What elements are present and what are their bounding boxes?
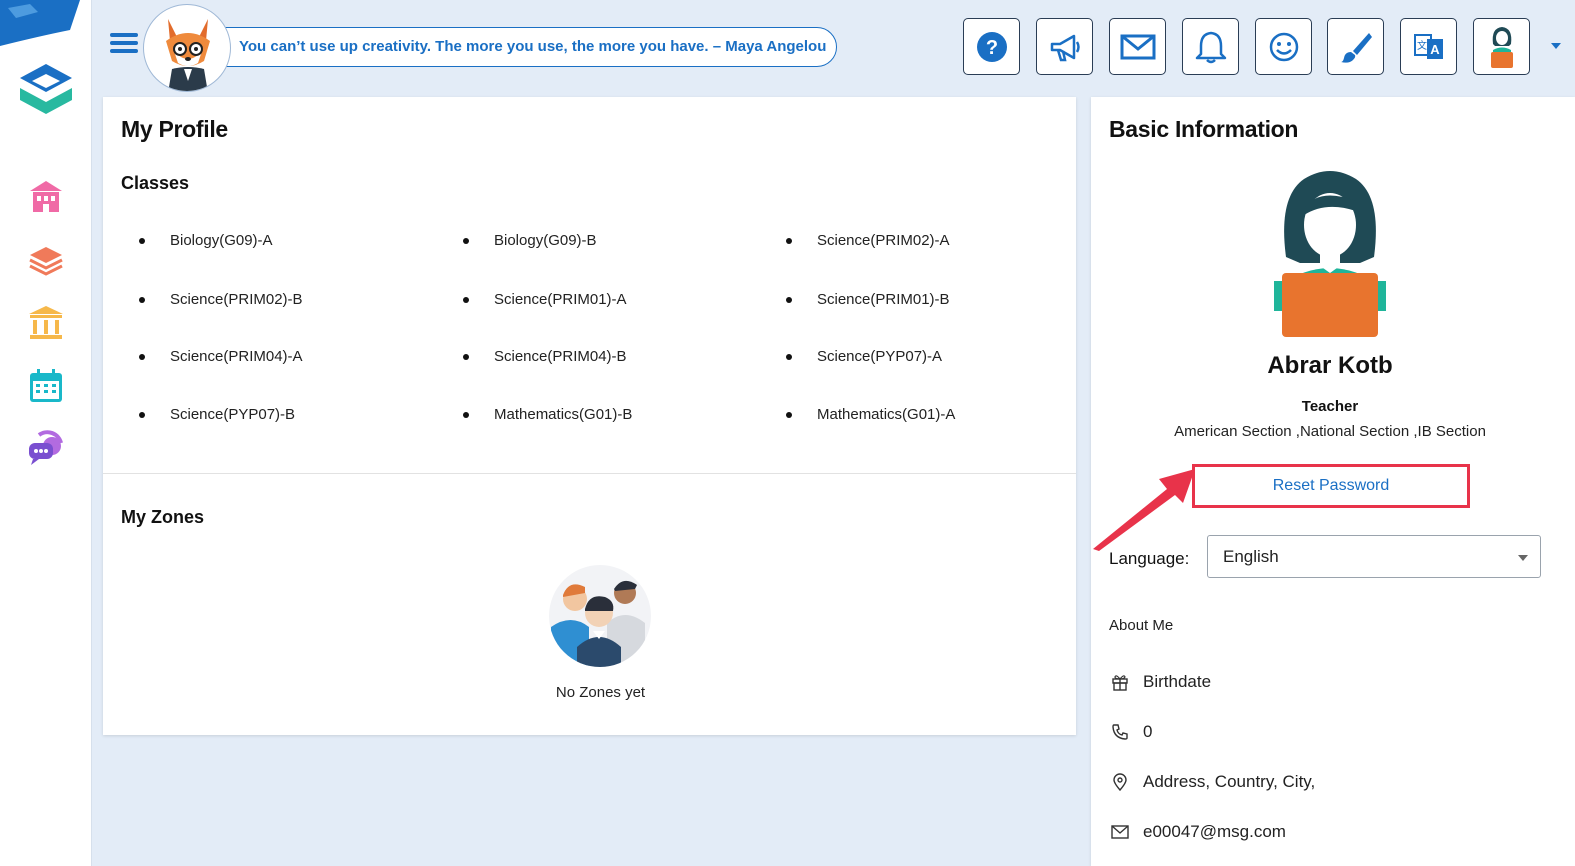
reset-password-highlight: Reset Password xyxy=(1192,464,1470,508)
user-menu-button[interactable] xyxy=(1473,18,1530,75)
class-item[interactable]: Science(PYP07)-B xyxy=(138,406,295,423)
bell-icon xyxy=(1195,31,1226,63)
corner-decoration-icon xyxy=(0,0,80,46)
notifications-button[interactable] xyxy=(1182,18,1239,75)
messages-button[interactable] xyxy=(1109,18,1166,75)
classes-heading: Classes xyxy=(121,173,190,193)
svg-text:文: 文 xyxy=(1417,39,1427,52)
profile-title: My Profile xyxy=(121,116,228,142)
no-zones-text: No Zones yet xyxy=(555,684,646,701)
location-pin-icon xyxy=(1109,771,1131,793)
section-divider xyxy=(103,473,1076,474)
language-button[interactable]: A 文 xyxy=(1400,18,1457,75)
zones-heading: My Zones xyxy=(121,507,205,527)
calendar-icon[interactable] xyxy=(26,366,66,406)
profile-card: My Profile Classes Biology(G09)-A Biolog… xyxy=(103,97,1076,735)
envelope-icon xyxy=(1109,821,1131,843)
school-icon[interactable] xyxy=(26,176,66,216)
class-item[interactable]: Science(PRIM02)-B xyxy=(139,291,303,308)
user-avatar-icon xyxy=(1490,26,1513,68)
about-me-label: About Me xyxy=(1109,617,1174,634)
basic-info-card: Basic Information Abrar Kotb Teacher Ame… xyxy=(1091,97,1575,866)
language-value: English xyxy=(1223,547,1279,566)
address-row: Address, Country, City, xyxy=(1109,770,1315,794)
megaphone-icon xyxy=(1050,34,1080,61)
svg-text:?: ? xyxy=(985,37,997,59)
empty-zones-illustration-icon xyxy=(549,565,651,667)
smiley-icon xyxy=(1269,32,1298,61)
paintbrush-icon xyxy=(1340,32,1372,63)
class-item[interactable]: Science(PRIM04)-B xyxy=(463,348,627,365)
class-item[interactable]: Science(PRIM01)-A xyxy=(463,291,627,308)
institution-icon[interactable] xyxy=(26,302,66,342)
class-item[interactable]: Science(PRIM02)-A xyxy=(786,232,950,249)
email-row: e00047@msg.com xyxy=(1109,820,1286,844)
dropdown-caret-icon xyxy=(1518,555,1528,561)
theme-button[interactable] xyxy=(1327,18,1384,75)
user-sections: American Section ,National Section ,IB S… xyxy=(1174,423,1486,440)
app-logo-icon[interactable] xyxy=(14,58,78,122)
user-name: Abrar Kotb xyxy=(1267,352,1393,379)
reset-password-link[interactable]: Reset Password xyxy=(1195,477,1467,495)
help-button[interactable]: ? xyxy=(963,18,1020,75)
phone-row: 0 xyxy=(1109,720,1152,744)
class-item[interactable]: Science(PRIM01)-B xyxy=(786,291,950,308)
phone-icon xyxy=(1109,721,1131,743)
email-text: e00047@msg.com xyxy=(1143,822,1286,841)
announcements-button[interactable] xyxy=(1036,18,1093,75)
translate-icon: A 文 xyxy=(1413,33,1443,59)
menu-toggle-button[interactable] xyxy=(110,33,138,57)
user-menu-caret-icon[interactable] xyxy=(1551,43,1561,49)
birthdate-text: Birthdate xyxy=(1143,672,1212,691)
language-label: Language: xyxy=(1109,549,1190,568)
gift-icon xyxy=(1109,671,1131,693)
phone-text: 0 xyxy=(1143,722,1153,741)
class-item[interactable]: Mathematics(G01)-B xyxy=(462,406,632,423)
quote-banner: You can’t use up creativity. The more yo… xyxy=(190,27,837,67)
mail-icon xyxy=(1120,34,1155,59)
chat-support-icon[interactable] xyxy=(26,428,66,468)
class-item[interactable]: Science(PRIM04)-A xyxy=(139,348,303,365)
help-icon: ? xyxy=(976,31,1007,62)
user-role: Teacher xyxy=(1301,398,1359,415)
birthdate-row: Birthdate xyxy=(1109,670,1211,694)
language-select[interactable]: English xyxy=(1207,535,1541,578)
svg-text:A: A xyxy=(1430,42,1440,57)
class-item[interactable]: Science(PYP07)-A xyxy=(785,348,942,365)
class-item[interactable]: Mathematics(G01)-A xyxy=(785,406,955,423)
class-item[interactable]: Biology(G09)-A xyxy=(139,232,273,249)
teacher-avatar-icon xyxy=(1274,171,1386,337)
class-item[interactable]: Biology(G09)-B xyxy=(463,232,597,249)
layers-icon[interactable] xyxy=(26,240,66,280)
sidebar xyxy=(0,0,92,866)
basic-info-title: Basic Information xyxy=(1109,116,1299,142)
highlight-arrow-icon xyxy=(1093,469,1195,551)
quote-text: You can’t use up creativity. The more yo… xyxy=(239,38,827,55)
mood-button[interactable] xyxy=(1255,18,1312,75)
address-text: Address, Country, City, xyxy=(1143,772,1316,791)
fox-mascot-icon xyxy=(143,4,231,92)
